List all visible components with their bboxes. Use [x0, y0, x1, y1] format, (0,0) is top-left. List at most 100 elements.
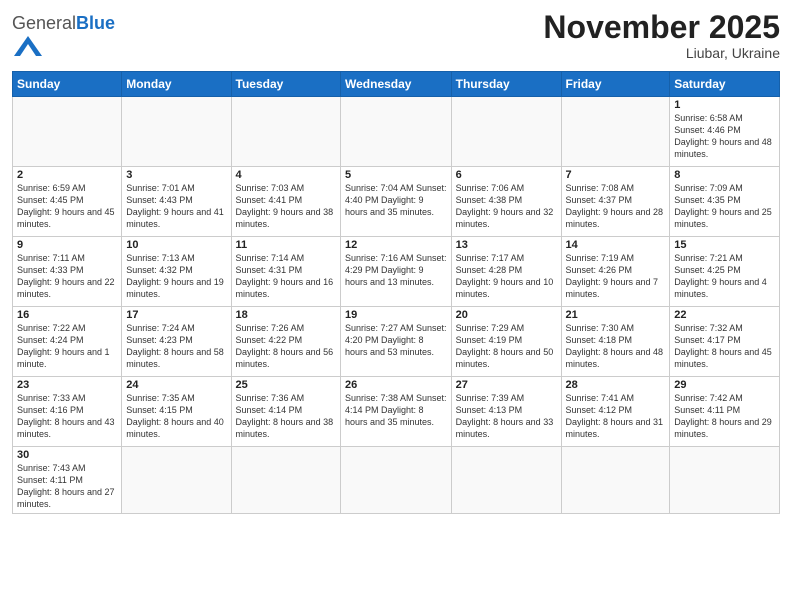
table-row: 24Sunrise: 7:35 AM Sunset: 4:15 PM Dayli… [122, 377, 231, 447]
table-row [122, 97, 231, 167]
col-saturday: Saturday [670, 72, 780, 97]
day-number: 13 [456, 239, 557, 251]
table-row [341, 447, 452, 514]
day-number: 4 [236, 169, 336, 181]
col-wednesday: Wednesday [341, 72, 452, 97]
day-info: Sunrise: 7:09 AM Sunset: 4:35 PM Dayligh… [674, 182, 775, 231]
table-row: 14Sunrise: 7:19 AM Sunset: 4:26 PM Dayli… [561, 237, 670, 307]
table-row: 17Sunrise: 7:24 AM Sunset: 4:23 PM Dayli… [122, 307, 231, 377]
table-row [451, 97, 561, 167]
table-row: 16Sunrise: 7:22 AM Sunset: 4:24 PM Dayli… [13, 307, 122, 377]
day-number: 11 [236, 239, 336, 251]
day-number: 7 [566, 169, 666, 181]
day-info: Sunrise: 7:35 AM Sunset: 4:15 PM Dayligh… [126, 392, 226, 441]
day-info: Sunrise: 7:04 AM Sunset: 4:40 PM Dayligh… [345, 182, 447, 218]
table-row: 28Sunrise: 7:41 AM Sunset: 4:12 PM Dayli… [561, 377, 670, 447]
day-info: Sunrise: 6:58 AM Sunset: 4:46 PM Dayligh… [674, 112, 775, 161]
table-row: 12Sunrise: 7:16 AM Sunset: 4:29 PM Dayli… [341, 237, 452, 307]
day-number: 26 [345, 379, 447, 391]
table-row [13, 97, 122, 167]
table-row: 11Sunrise: 7:14 AM Sunset: 4:31 PM Dayli… [231, 237, 340, 307]
table-row: 29Sunrise: 7:42 AM Sunset: 4:11 PM Dayli… [670, 377, 780, 447]
day-info: Sunrise: 7:16 AM Sunset: 4:29 PM Dayligh… [345, 252, 447, 288]
day-number: 25 [236, 379, 336, 391]
day-number: 9 [17, 239, 117, 251]
day-info: Sunrise: 7:27 AM Sunset: 4:20 PM Dayligh… [345, 322, 447, 358]
day-number: 16 [17, 309, 117, 321]
day-info: Sunrise: 7:38 AM Sunset: 4:14 PM Dayligh… [345, 392, 447, 428]
day-info: Sunrise: 7:30 AM Sunset: 4:18 PM Dayligh… [566, 322, 666, 371]
col-monday: Monday [122, 72, 231, 97]
table-row: 13Sunrise: 7:17 AM Sunset: 4:28 PM Dayli… [451, 237, 561, 307]
table-row [561, 447, 670, 514]
day-info: Sunrise: 7:17 AM Sunset: 4:28 PM Dayligh… [456, 252, 557, 301]
table-row: 9Sunrise: 7:11 AM Sunset: 4:33 PM Daylig… [13, 237, 122, 307]
table-row: 23Sunrise: 7:33 AM Sunset: 4:16 PM Dayli… [13, 377, 122, 447]
table-row: 22Sunrise: 7:32 AM Sunset: 4:17 PM Dayli… [670, 307, 780, 377]
day-number: 6 [456, 169, 557, 181]
table-row [231, 97, 340, 167]
day-number: 23 [17, 379, 117, 391]
table-row [122, 447, 231, 514]
table-row [561, 97, 670, 167]
day-info: Sunrise: 7:41 AM Sunset: 4:12 PM Dayligh… [566, 392, 666, 441]
day-number: 12 [345, 239, 447, 251]
day-info: Sunrise: 7:43 AM Sunset: 4:11 PM Dayligh… [17, 462, 117, 511]
day-number: 29 [674, 379, 775, 391]
day-number: 22 [674, 309, 775, 321]
day-number: 20 [456, 309, 557, 321]
day-number: 2 [17, 169, 117, 181]
col-friday: Friday [561, 72, 670, 97]
col-thursday: Thursday [451, 72, 561, 97]
table-row: 7Sunrise: 7:08 AM Sunset: 4:37 PM Daylig… [561, 167, 670, 237]
day-info: Sunrise: 7:42 AM Sunset: 4:11 PM Dayligh… [674, 392, 775, 441]
day-number: 5 [345, 169, 447, 181]
day-info: Sunrise: 7:33 AM Sunset: 4:16 PM Dayligh… [17, 392, 117, 441]
day-number: 27 [456, 379, 557, 391]
table-row: 27Sunrise: 7:39 AM Sunset: 4:13 PM Dayli… [451, 377, 561, 447]
day-number: 17 [126, 309, 226, 321]
day-number: 8 [674, 169, 775, 181]
day-number: 28 [566, 379, 666, 391]
title-area: November 2025 Liubar, Ukraine [543, 10, 780, 61]
table-row: 1Sunrise: 6:58 AM Sunset: 4:46 PM Daylig… [670, 97, 780, 167]
calendar-table: Sunday Monday Tuesday Wednesday Thursday… [12, 71, 780, 514]
col-sunday: Sunday [13, 72, 122, 97]
logo-general: General [12, 13, 76, 33]
logo-blue: Blue [76, 13, 115, 33]
day-number: 10 [126, 239, 226, 251]
day-info: Sunrise: 7:14 AM Sunset: 4:31 PM Dayligh… [236, 252, 336, 301]
table-row: 18Sunrise: 7:26 AM Sunset: 4:22 PM Dayli… [231, 307, 340, 377]
table-row: 6Sunrise: 7:06 AM Sunset: 4:38 PM Daylig… [451, 167, 561, 237]
day-number: 24 [126, 379, 226, 391]
day-info: Sunrise: 7:26 AM Sunset: 4:22 PM Dayligh… [236, 322, 336, 371]
day-number: 21 [566, 309, 666, 321]
table-row [341, 97, 452, 167]
day-info: Sunrise: 7:11 AM Sunset: 4:33 PM Dayligh… [17, 252, 117, 301]
day-info: Sunrise: 7:19 AM Sunset: 4:26 PM Dayligh… [566, 252, 666, 301]
table-row: 26Sunrise: 7:38 AM Sunset: 4:14 PM Dayli… [341, 377, 452, 447]
day-info: Sunrise: 7:06 AM Sunset: 4:38 PM Dayligh… [456, 182, 557, 231]
day-number: 14 [566, 239, 666, 251]
day-number: 1 [674, 99, 775, 111]
day-number: 15 [674, 239, 775, 251]
day-info: Sunrise: 7:03 AM Sunset: 4:41 PM Dayligh… [236, 182, 336, 231]
table-row: 20Sunrise: 7:29 AM Sunset: 4:19 PM Dayli… [451, 307, 561, 377]
table-row: 10Sunrise: 7:13 AM Sunset: 4:32 PM Dayli… [122, 237, 231, 307]
day-number: 18 [236, 309, 336, 321]
table-row: 5Sunrise: 7:04 AM Sunset: 4:40 PM Daylig… [341, 167, 452, 237]
table-row: 2Sunrise: 6:59 AM Sunset: 4:45 PM Daylig… [13, 167, 122, 237]
location: Liubar, Ukraine [543, 45, 780, 61]
day-number: 3 [126, 169, 226, 181]
day-info: Sunrise: 7:39 AM Sunset: 4:13 PM Dayligh… [456, 392, 557, 441]
logo: GeneralBlue [12, 14, 115, 65]
header: GeneralBlue November 2025 Liubar, Ukrain… [12, 10, 780, 65]
table-row: 21Sunrise: 7:30 AM Sunset: 4:18 PM Dayli… [561, 307, 670, 377]
day-info: Sunrise: 7:29 AM Sunset: 4:19 PM Dayligh… [456, 322, 557, 371]
table-row: 8Sunrise: 7:09 AM Sunset: 4:35 PM Daylig… [670, 167, 780, 237]
logo-icon [14, 32, 42, 60]
day-info: Sunrise: 7:21 AM Sunset: 4:25 PM Dayligh… [674, 252, 775, 301]
table-row [231, 447, 340, 514]
page: GeneralBlue November 2025 Liubar, Ukrain… [0, 0, 792, 612]
day-number: 19 [345, 309, 447, 321]
